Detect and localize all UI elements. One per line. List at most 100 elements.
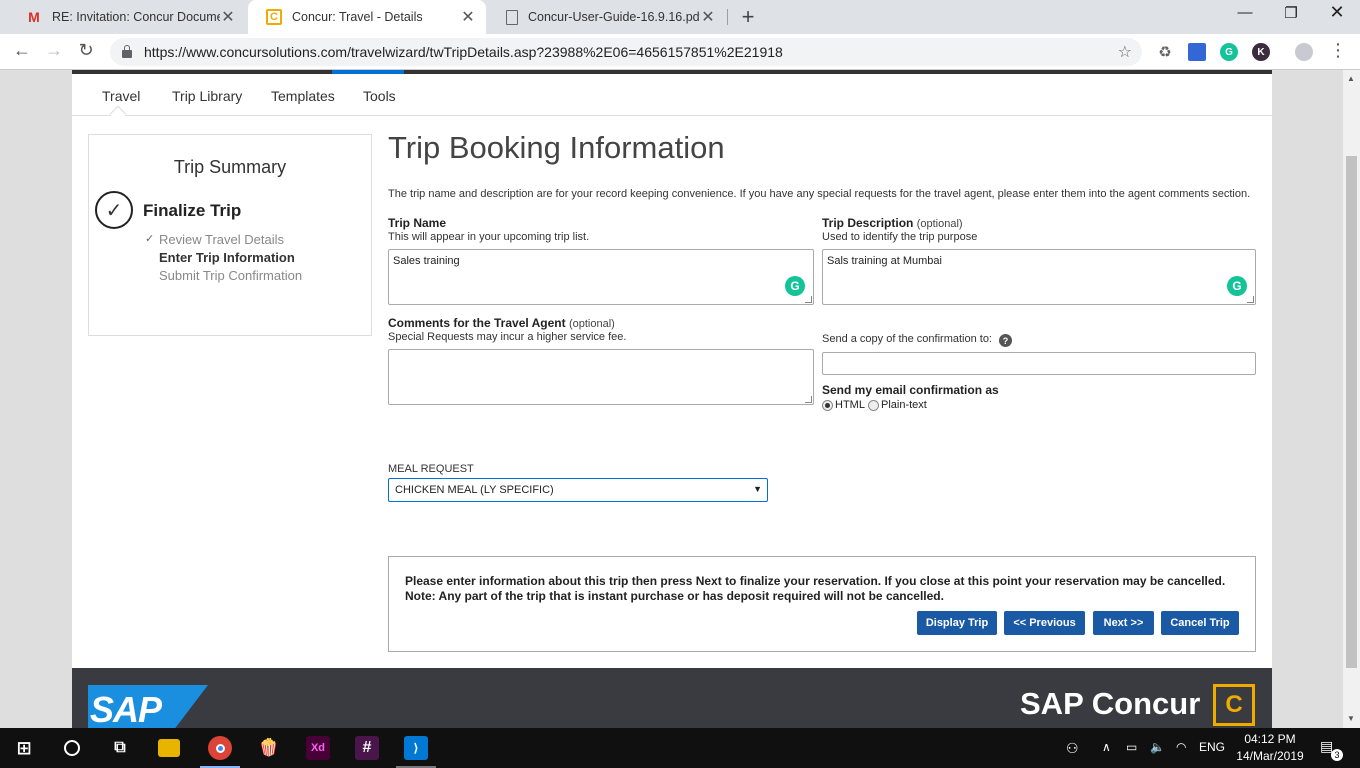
active-tab-caret bbox=[109, 105, 127, 123]
comments-hint: Special Requests may incur a higher serv… bbox=[388, 331, 627, 343]
subnav-travel[interactable]: Travel bbox=[102, 88, 140, 104]
radio-html[interactable] bbox=[822, 400, 833, 411]
concur-logo-icon: C bbox=[1213, 684, 1255, 726]
copy-to-input[interactable] bbox=[822, 352, 1256, 375]
notice-line-2: Note: Any part of the trip that is insta… bbox=[405, 589, 944, 603]
cancel-trip-button[interactable]: Cancel Trip bbox=[1161, 611, 1239, 635]
dropdown-arrow-icon: ▼ bbox=[753, 484, 762, 494]
help-icon[interactable]: ? bbox=[999, 334, 1012, 347]
battery-icon[interactable]: ▭ bbox=[1126, 740, 1137, 754]
resize-handle[interactable] bbox=[805, 296, 812, 303]
intro-text: The trip name and description are for yo… bbox=[388, 188, 1251, 200]
sap-concur-brand: SAP Concur bbox=[1020, 686, 1201, 721]
previous-button[interactable]: << Previous bbox=[1004, 611, 1085, 635]
radio-plain-text[interactable] bbox=[868, 400, 879, 411]
tab-pdf[interactable]: Concur-User-Guide-16.9.16.pdf ✕ bbox=[488, 0, 726, 34]
clock[interactable]: 04:12 PM 14/Mar/2019 bbox=[1230, 731, 1310, 765]
slack-icon[interactable]: # bbox=[355, 736, 379, 760]
tab-gmail[interactable]: M RE: Invitation: Concur Documenta ✕ bbox=[8, 0, 246, 34]
lock-icon bbox=[122, 45, 132, 58]
adobe-xd-icon[interactable]: Xd bbox=[306, 736, 330, 760]
search-circle-icon[interactable] bbox=[60, 736, 84, 760]
windows-start-icon[interactable]: ⊞ bbox=[12, 736, 36, 760]
tab-title: Concur-User-Guide-16.9.16.pdf bbox=[528, 10, 700, 24]
scroll-down-icon[interactable]: ▼ bbox=[1347, 714, 1355, 723]
resize-handle[interactable] bbox=[1247, 296, 1254, 303]
notification-count-badge: 3 bbox=[1331, 749, 1343, 761]
close-window-button[interactable]: ✕ bbox=[1314, 2, 1360, 23]
trip-summary-panel: Trip Summary ✓ Finalize Trip ✓ Review Tr… bbox=[88, 134, 372, 336]
close-tab-icon[interactable]: ✕ bbox=[220, 7, 236, 27]
step-review-travel-details: Review Travel Details bbox=[159, 232, 284, 247]
tab-title: RE: Invitation: Concur Documenta bbox=[52, 10, 220, 24]
browser-toolbar: ← → ↻ https://www.concursolutions.com/tr… bbox=[0, 34, 1360, 70]
grammarly-icon[interactable]: G bbox=[1220, 43, 1238, 61]
footer: SAP SAP Concur C bbox=[72, 668, 1272, 728]
tab-concur-travel[interactable]: C Concur: Travel - Details ✕ bbox=[248, 0, 486, 34]
trip-description-hint: Used to identify the trip purpose bbox=[822, 231, 978, 243]
subnav-trip-library[interactable]: Trip Library bbox=[172, 88, 242, 104]
forward-icon[interactable]: → bbox=[42, 40, 66, 61]
people-icon[interactable]: ⚇ bbox=[1066, 740, 1079, 757]
address-bar[interactable]: https://www.concursolutions.com/travelwi… bbox=[110, 38, 1142, 66]
menu-icon[interactable]: ⋮ bbox=[1326, 40, 1350, 61]
trip-description-field[interactable]: Sals training at Mumbai G bbox=[822, 249, 1256, 305]
meal-request-value: CHICKEN MEAL (LY SPECIFIC) bbox=[395, 484, 554, 496]
meal-request-select[interactable]: CHICKEN MEAL (LY SPECIFIC) ▼ bbox=[388, 478, 768, 502]
avatar[interactable] bbox=[1295, 43, 1313, 61]
tab-title: Concur: Travel - Details bbox=[292, 10, 423, 24]
volume-icon[interactable]: 🔈 bbox=[1150, 740, 1165, 754]
resize-handle[interactable] bbox=[805, 396, 812, 403]
reload-icon[interactable]: ↻ bbox=[74, 40, 98, 61]
file-explorer-icon[interactable] bbox=[158, 739, 180, 757]
close-tab-icon[interactable]: ✕ bbox=[460, 7, 476, 27]
comments-label: Comments for the Travel Agent (optional) bbox=[388, 316, 615, 330]
next-button[interactable]: Next >> bbox=[1093, 611, 1154, 635]
recycle-extension-icon[interactable]: ♻ bbox=[1156, 43, 1174, 61]
trip-name-hint: This will appear in your upcoming trip l… bbox=[388, 231, 590, 243]
clock-time: 04:12 PM bbox=[1244, 732, 1296, 746]
popcorn-icon[interactable]: 🍿 bbox=[257, 736, 281, 760]
grammarly-icon[interactable]: G bbox=[1227, 276, 1247, 296]
gmail-icon: M bbox=[28, 9, 40, 25]
bookmark-star-icon[interactable]: ☆ bbox=[1118, 42, 1132, 62]
subnav-templates[interactable]: Templates bbox=[271, 88, 335, 104]
wifi-icon[interactable]: ◠ bbox=[1176, 740, 1186, 754]
maximize-button[interactable]: ❐ bbox=[1268, 4, 1314, 22]
clock-date: 14/Mar/2019 bbox=[1236, 749, 1304, 763]
calendar-extension-icon[interactable] bbox=[1188, 43, 1206, 61]
chrome-icon[interactable] bbox=[208, 736, 232, 760]
display-trip-button[interactable]: Display Trip bbox=[917, 611, 997, 635]
trip-name-label: Trip Name bbox=[388, 216, 447, 230]
chevron-up-icon[interactable]: ∧ bbox=[1102, 740, 1111, 754]
back-icon[interactable]: ← bbox=[10, 40, 34, 61]
trip-name-value: Sales training bbox=[393, 255, 460, 267]
comments-field[interactable] bbox=[388, 349, 814, 405]
browser-tab-strip: M RE: Invitation: Concur Documenta ✕ C C… bbox=[0, 0, 1360, 34]
close-tab-icon[interactable]: ✕ bbox=[700, 7, 716, 27]
concur-icon: C bbox=[266, 9, 282, 25]
vscode-icon[interactable]: ⟩ bbox=[404, 736, 428, 760]
language-indicator[interactable]: ENG bbox=[1199, 740, 1225, 754]
scroll-up-icon[interactable]: ▲ bbox=[1347, 74, 1355, 83]
document-icon bbox=[506, 9, 518, 25]
radio-html-label: HTML bbox=[835, 399, 865, 411]
subnav-tools[interactable]: Tools bbox=[363, 88, 396, 104]
new-tab-button[interactable]: + bbox=[737, 4, 759, 30]
minimize-button[interactable]: — bbox=[1222, 4, 1268, 21]
meal-request-label: MEAL REQUEST bbox=[388, 463, 474, 475]
windows-taskbar: ⊞ ⧉ 🍿 Xd # ⟩ ⚇ ∧ ▭ 🔈 ◠ ENG 04:12 PM 14/M… bbox=[0, 728, 1360, 768]
email-format-label: Send my email confirmation as bbox=[822, 383, 999, 397]
task-view-icon[interactable]: ⧉ bbox=[108, 736, 132, 760]
trip-description-value: Sals training at Mumbai bbox=[827, 255, 942, 267]
profile-k-icon[interactable]: K bbox=[1252, 43, 1270, 61]
page-scrollbar[interactable]: ▲ ▼ bbox=[1343, 70, 1360, 728]
checkmark-icon: ✓ bbox=[145, 233, 155, 245]
tab-separator bbox=[727, 9, 728, 25]
scroll-thumb[interactable] bbox=[1346, 156, 1357, 668]
grammarly-icon[interactable]: G bbox=[785, 276, 805, 296]
finalize-trip-heading: Finalize Trip bbox=[143, 201, 242, 220]
radio-plain-text-label: Plain-text bbox=[881, 399, 927, 411]
travel-subnav: Travel Trip Library Templates Tools bbox=[72, 74, 1272, 123]
trip-name-field[interactable]: Sales training G bbox=[388, 249, 814, 305]
